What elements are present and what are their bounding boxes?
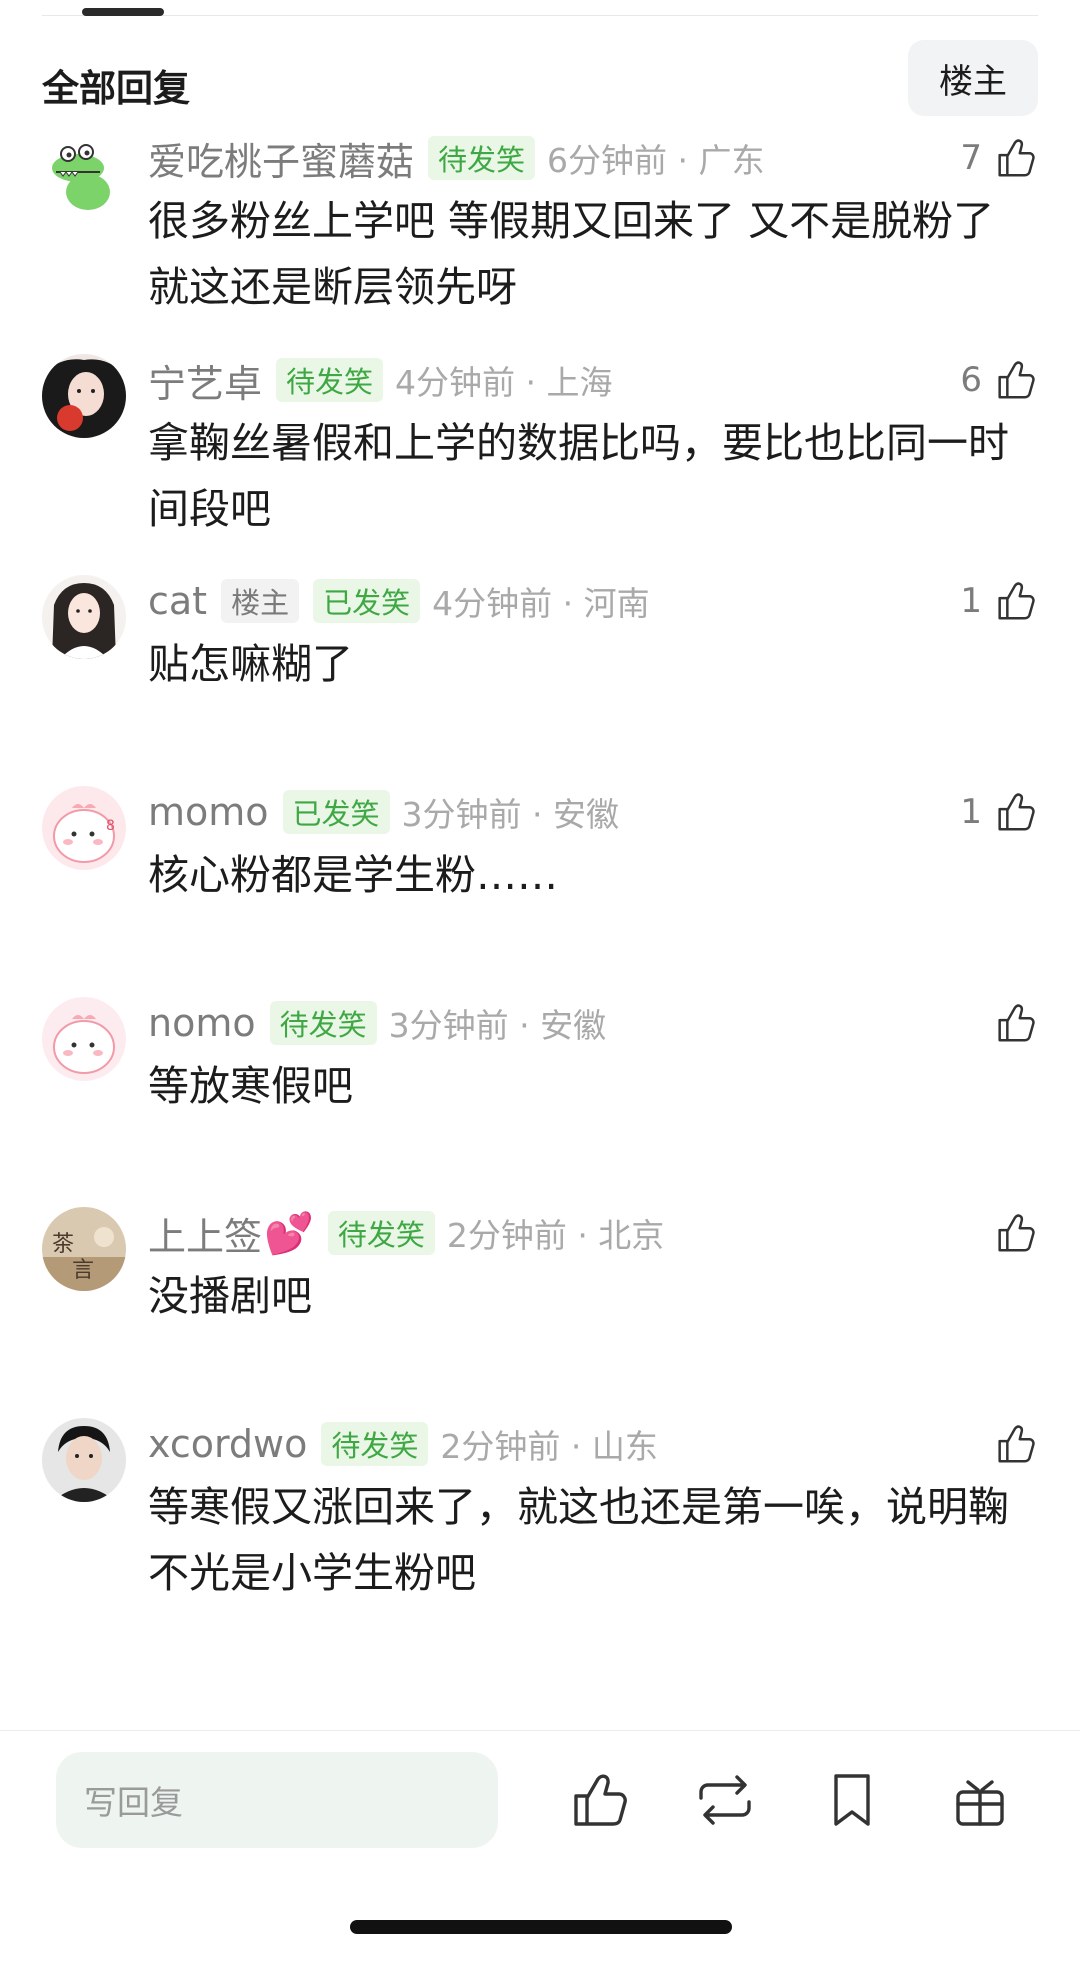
divider bbox=[0, 1730, 1080, 1731]
gift-icon[interactable] bbox=[948, 1768, 1012, 1832]
thumbs-up-icon[interactable] bbox=[566, 1768, 630, 1832]
user-photo-icon bbox=[42, 354, 126, 438]
time-location: 3分钟前 · 安徽 bbox=[401, 795, 620, 834]
username[interactable]: 宁艺卓 bbox=[148, 353, 262, 408]
tab-indicator bbox=[82, 8, 164, 16]
comment-meta: momo 已发笑 3分钟前 · 安徽 bbox=[148, 784, 1038, 840]
status-badge: 待发笑 bbox=[327, 1211, 435, 1255]
user-photo-icon bbox=[42, 575, 126, 659]
thumbs-up-icon bbox=[998, 1214, 1035, 1252]
like-button[interactable]: 7 bbox=[960, 130, 1038, 186]
like-count: 1 bbox=[960, 792, 982, 832]
username[interactable]: 上上签 bbox=[148, 1206, 262, 1261]
owner-badge: 楼主 bbox=[221, 579, 300, 623]
avatar[interactable] bbox=[42, 354, 126, 438]
comment-text: 等寒假又涨回来了，就这也还是第一唉，说明鞠不光是小学生粉吧 bbox=[148, 1483, 1009, 1597]
avatar[interactable]: 茶 言 bbox=[42, 1207, 126, 1291]
bookmark-icon[interactable] bbox=[820, 1768, 884, 1832]
comment-meta: cat 楼主 已发笑 4分钟前 · 河南 bbox=[148, 573, 1038, 629]
username[interactable]: xcordwo bbox=[148, 1422, 307, 1466]
user-photo-icon bbox=[42, 1418, 126, 1502]
svg-text:茶: 茶 bbox=[52, 1232, 74, 1257]
comment-page: 全部回复 楼主 爱吃桃子蜜蘑菇 待发笑 6分钟前 · 广东 7 很多粉丝上学吧 … bbox=[0, 0, 1080, 1961]
top-tab-strip bbox=[0, 0, 1080, 24]
thumbs-up-icon bbox=[998, 139, 1035, 177]
avatar[interactable]: 8 bbox=[42, 786, 126, 870]
username[interactable]: 爱吃桃子蜜蘑菇 bbox=[148, 131, 414, 186]
status-badge: 待发笑 bbox=[276, 358, 384, 402]
comment-meta: xcordwo 待发笑 2分钟前 · 山东 bbox=[148, 1416, 1038, 1472]
like-button[interactable] bbox=[982, 995, 1038, 1051]
thumbs-up-icon bbox=[998, 361, 1035, 399]
like-count: 6 bbox=[960, 360, 982, 400]
avatar[interactable] bbox=[42, 997, 126, 1081]
thumbs-up-icon bbox=[998, 1425, 1035, 1463]
comment-text: 核心粉都是学生粉…… bbox=[148, 851, 558, 899]
pink-blob-avatar-icon bbox=[42, 997, 126, 1081]
username[interactable]: momo bbox=[148, 790, 269, 834]
reply-input[interactable]: 写回复 bbox=[56, 1752, 498, 1848]
comment-meta: 上上签 💕 待发笑 2分钟前 · 北京 bbox=[148, 1205, 1038, 1261]
like-button[interactable]: 6 bbox=[960, 352, 1038, 408]
time-location: 3分钟前 · 安徽 bbox=[388, 1006, 607, 1045]
owner-only-filter-button[interactable]: 楼主 bbox=[908, 40, 1038, 116]
thumbs-up-icon bbox=[998, 582, 1035, 620]
like-button[interactable] bbox=[982, 1416, 1038, 1472]
comment-text: 拿鞠丝暑假和上学的数据比吗，要比也比同一时间段吧 bbox=[148, 419, 1009, 533]
time-location: 2分钟前 · 北京 bbox=[446, 1216, 665, 1255]
like-button[interactable] bbox=[982, 1205, 1038, 1261]
comment-text: 贴怎嘛糊了 bbox=[148, 640, 353, 688]
comment-text: 等放寒假吧 bbox=[148, 1062, 353, 1110]
page-title: 全部回复 bbox=[42, 67, 190, 110]
comment-meta: 爱吃桃子蜜蘑菇 待发笑 6分钟前 · 广东 bbox=[148, 130, 1038, 186]
divider bbox=[42, 15, 1038, 16]
comment-meta: nomo 待发笑 3分钟前 · 安徽 bbox=[148, 995, 1038, 1051]
svg-text:言: 言 bbox=[72, 1258, 94, 1283]
like-count: 7 bbox=[960, 138, 982, 178]
heart-emoji-icon: 💕 bbox=[264, 1210, 314, 1257]
status-badge: 待发笑 bbox=[428, 136, 536, 180]
avatar[interactable] bbox=[42, 1418, 126, 1502]
username[interactable]: cat bbox=[148, 579, 207, 623]
svg-text:8: 8 bbox=[106, 818, 115, 834]
username[interactable]: nomo bbox=[148, 1001, 256, 1045]
avatar[interactable] bbox=[42, 132, 126, 216]
time-location: 2分钟前 · 山东 bbox=[440, 1427, 658, 1466]
like-button[interactable]: 1 bbox=[960, 784, 1038, 840]
calligraphy-avatar-icon: 茶 言 bbox=[42, 1207, 126, 1291]
status-badge: 待发笑 bbox=[321, 1422, 429, 1466]
comment-meta: 宁艺卓 待发笑 4分钟前 · 上海 bbox=[148, 352, 1038, 408]
comment-text: 没播剧吧 bbox=[148, 1272, 312, 1320]
status-badge: 待发笑 bbox=[269, 1001, 377, 1045]
crocodile-avatar-icon bbox=[42, 132, 126, 216]
pink-blob-avatar-icon: 8 bbox=[42, 786, 126, 870]
comment-text: 很多粉丝上学吧 等假期又回来了 又不是脱粉了 就这还是断层领先呀 bbox=[148, 197, 995, 311]
repost-icon[interactable] bbox=[693, 1768, 757, 1832]
status-badge: 已发笑 bbox=[313, 579, 421, 623]
status-badge: 已发笑 bbox=[282, 790, 390, 834]
avatar[interactable] bbox=[42, 575, 126, 659]
thumbs-up-icon bbox=[998, 1004, 1035, 1042]
like-button[interactable]: 1 bbox=[960, 573, 1038, 629]
thumbs-up-icon bbox=[998, 793, 1035, 831]
time-location: 4分钟前 · 河南 bbox=[432, 584, 650, 623]
replies-header: 全部回复 楼主 bbox=[0, 36, 1080, 120]
like-count: 1 bbox=[960, 581, 982, 621]
time-location: 6分钟前 · 广东 bbox=[547, 141, 765, 180]
time-location: 4分钟前 · 上海 bbox=[395, 363, 613, 402]
home-indicator bbox=[350, 1920, 732, 1934]
